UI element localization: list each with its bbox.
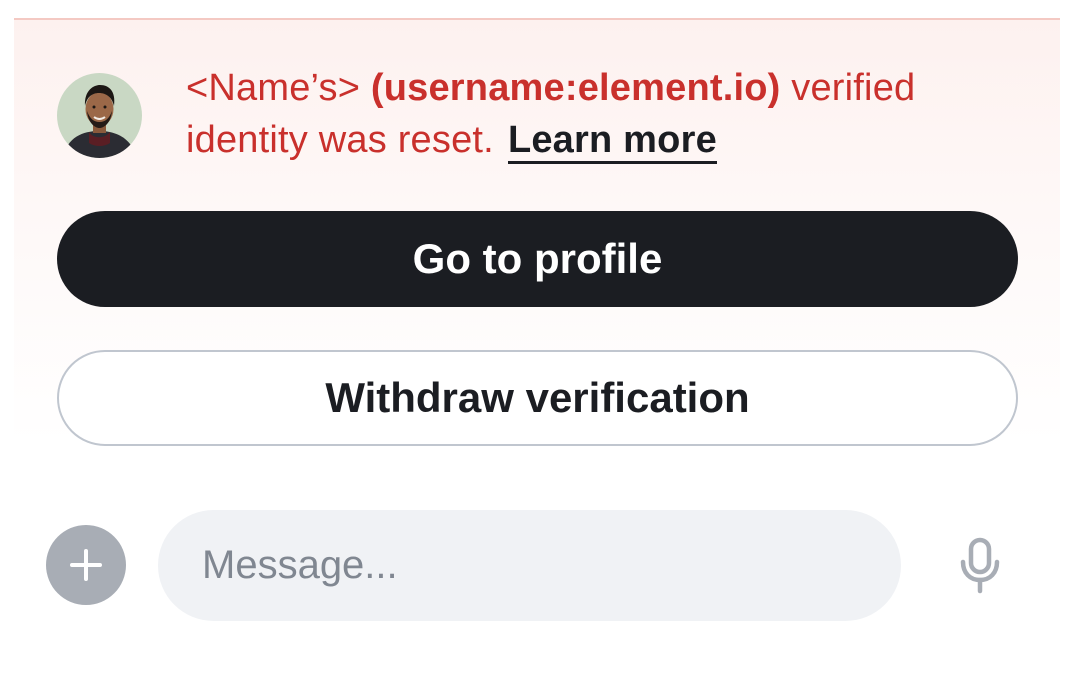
room-view: <Name’s> (username:element.io) verified … <box>0 0 1080 684</box>
go-to-profile-button[interactable]: Go to profile <box>57 211 1018 307</box>
identity-reset-message: <Name’s> (username:element.io) verified … <box>186 62 1006 166</box>
go-to-profile-label: Go to profile <box>412 235 663 282</box>
avatar-image <box>57 73 142 158</box>
message-input[interactable] <box>158 510 901 621</box>
microphone-icon <box>960 537 1000 594</box>
voice-message-button[interactable] <box>952 536 1008 596</box>
avatar <box>57 73 142 158</box>
withdraw-verification-label: Withdraw verification <box>325 374 750 421</box>
add-attachment-button[interactable] <box>46 525 126 605</box>
plus-icon <box>70 549 102 581</box>
learn-more-link[interactable]: Learn more <box>507 119 717 164</box>
user-id: (username:element.io) <box>370 67 781 109</box>
withdraw-verification-button[interactable]: Withdraw verification <box>57 350 1018 446</box>
user-display-name: <Name’s> <box>186 67 361 109</box>
